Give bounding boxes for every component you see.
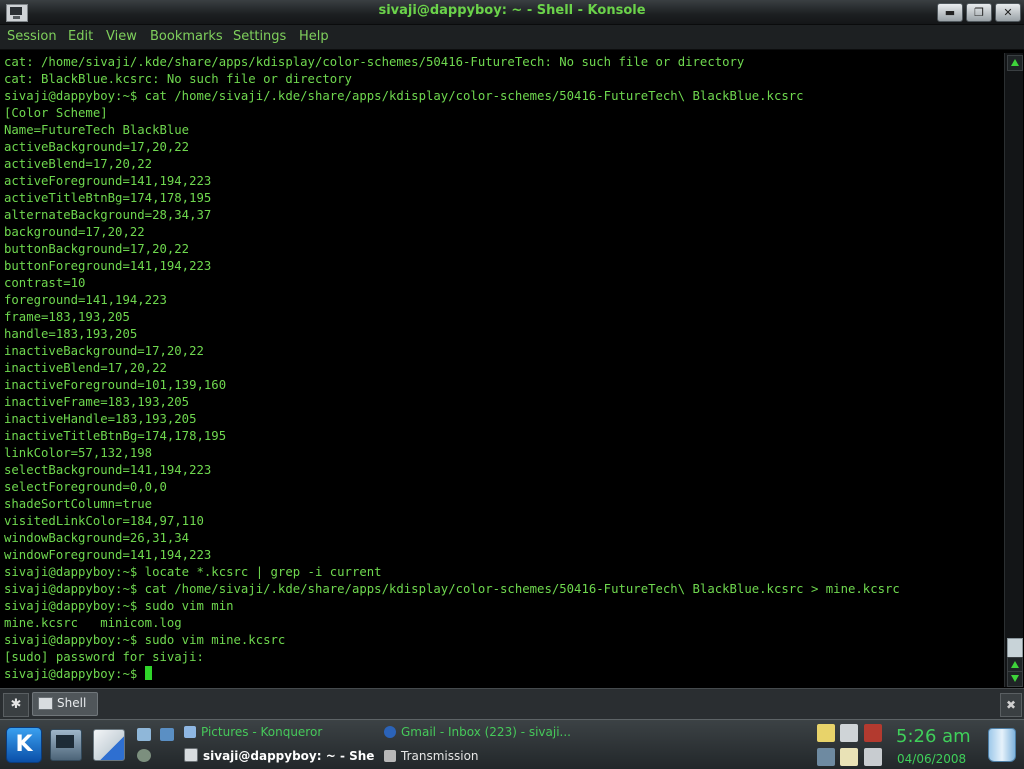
wifi-icon[interactable] [137, 749, 151, 762]
terminal-scrollbar[interactable] [1004, 53, 1023, 687]
notes-icon[interactable] [817, 724, 835, 742]
tab-shell[interactable]: Shell [32, 692, 98, 716]
scrollbar-thumb[interactable] [1007, 638, 1023, 658]
menu-view[interactable]: View [106, 29, 137, 44]
terminal-line: Name=FutureTech BlackBlue [4, 123, 190, 137]
terminal-line: buttonBackground=17,20,22 [4, 242, 190, 256]
volume-icon[interactable] [817, 748, 835, 766]
close-session-icon[interactable]: ✖ [1000, 693, 1022, 717]
menu-edit[interactable]: Edit [68, 29, 93, 44]
computer-icon[interactable] [50, 729, 82, 761]
terminal-line: alternateBackground=28,34,37 [4, 208, 212, 222]
task-label: Pictures - Konqueror [201, 725, 323, 739]
terminal-line: inactiveTitleBtnBg=174,178,195 [4, 429, 227, 443]
terminal-line: sivaji@dappyboy:~$ sudo vim mine.kcsrc [4, 633, 286, 647]
window-title: sivaji@dappyboy: ~ - Shell - Konsole [378, 3, 646, 18]
firefox-icon [384, 726, 396, 738]
terminal-line: windowForeground=141,194,223 [4, 548, 212, 562]
terminal-prompt-line[interactable]: sivaji@dappyboy:~$ [4, 666, 900, 683]
battery-icon[interactable] [864, 748, 882, 766]
keyboard-layout-icon[interactable] [840, 748, 858, 766]
window-title-bar[interactable]: sivaji@dappyboy: ~ - Shell - Konsole ▬ ❐… [0, 0, 1024, 25]
terminal-line: foreground=141,194,223 [4, 293, 167, 307]
editor-icon[interactable] [93, 729, 125, 761]
task-label: Transmission [401, 749, 479, 763]
new-session-icon[interactable]: ✱ [3, 693, 29, 717]
arrow-down-icon [1011, 675, 1019, 682]
terminal-line: contrast=10 [4, 276, 86, 290]
tools-icon[interactable] [160, 728, 174, 741]
task-label: sivaji@dappyboy: ~ - She [203, 749, 375, 763]
arrow-up-icon [1011, 661, 1019, 668]
terminal-line: activeBlend=17,20,22 [4, 157, 153, 171]
terminal-line: [sudo] password for sivaji: [4, 650, 204, 664]
menu-bar: Session Edit View Bookmarks Settings Hel… [0, 25, 1024, 50]
minimize-button[interactable]: ▬ [937, 3, 963, 22]
terminal-tab-bar: ✱ Shell ✖ [0, 688, 1024, 719]
maximize-button[interactable]: ❐ [966, 3, 992, 22]
close-button[interactable]: ✕ [995, 3, 1021, 22]
terminal-line: sivaji@dappyboy:~$ cat /home/sivaji/.kde… [4, 582, 900, 596]
transmission-tray-icon[interactable] [864, 724, 882, 742]
trash-icon[interactable] [988, 728, 1016, 762]
terminal-area[interactable]: cat: /home/sivaji/.kde/share/apps/kdispl… [0, 53, 1004, 687]
terminal-line: inactiveBlend=17,20,22 [4, 361, 167, 375]
scroll-down-button[interactable] [1007, 671, 1023, 687]
terminal-line: inactiveHandle=183,193,205 [4, 412, 197, 426]
shell-prompt: sivaji@dappyboy:~$ [4, 667, 145, 681]
kde-panel: K Pictures - Konqueror Gmail - Inbox (22… [0, 719, 1024, 769]
task-label: Gmail - Inbox (223) - sivaji... [401, 725, 571, 739]
terminal-line: mine.kcsrc minicom.log [4, 616, 182, 630]
task-konsole[interactable]: sivaji@dappyboy: ~ - She [184, 747, 376, 765]
task-transmission[interactable]: Transmission [384, 747, 574, 765]
text-cursor [144, 666, 152, 680]
clock-date[interactable]: 04/06/2008 [897, 752, 966, 766]
terminal-line: sivaji@dappyboy:~$ cat /home/sivaji/.kde… [4, 89, 804, 103]
tab-label: Shell [57, 696, 87, 710]
terminal-line: buttonForeground=141,194,223 [4, 259, 212, 273]
terminal-line: activeTitleBtnBg=174,178,195 [4, 191, 212, 205]
terminal-line: cat: /home/sivaji/.kde/share/apps/kdispl… [4, 55, 745, 69]
clipboard-icon[interactable] [840, 724, 858, 742]
terminal-icon [38, 697, 53, 710]
menu-settings[interactable]: Settings [233, 29, 286, 44]
terminal-line: handle=183,193,205 [4, 327, 138, 341]
terminal-line: linkColor=57,132,198 [4, 446, 153, 460]
terminal-line: selectForeground=0,0,0 [4, 480, 167, 494]
terminal-line: visitedLinkColor=184,97,110 [4, 514, 204, 528]
arrow-up-icon [1011, 59, 1019, 66]
terminal-line: frame=183,193,205 [4, 310, 130, 324]
terminal-line: sivaji@dappyboy:~$ sudo vim min [4, 599, 234, 613]
terminal-line: inactiveForeground=101,139,160 [4, 378, 227, 392]
menu-bookmarks[interactable]: Bookmarks [150, 29, 223, 44]
terminal-line: sivaji@dappyboy:~$ locate *.kcsrc | grep… [4, 565, 382, 579]
task-konqueror[interactable]: Pictures - Konqueror [184, 723, 374, 741]
terminal-line: inactiveBackground=17,20,22 [4, 344, 204, 358]
terminal-line: activeBackground=17,20,22 [4, 140, 190, 154]
terminal-icon [184, 748, 198, 762]
task-firefox[interactable]: Gmail - Inbox (223) - sivaji... [384, 723, 574, 741]
terminal-line: windowBackground=26,31,34 [4, 531, 190, 545]
terminal-output: cat: /home/sivaji/.kde/share/apps/kdispl… [4, 54, 900, 683]
scroll-up-button[interactable] [1007, 55, 1023, 71]
terminal-line: selectBackground=141,194,223 [4, 463, 212, 477]
menu-session[interactable]: Session [7, 29, 57, 44]
terminal-line: [Color Scheme] [4, 106, 108, 120]
clock-time[interactable]: 5:26 am [896, 726, 971, 747]
terminal-line: shadeSortColumn=true [4, 497, 153, 511]
kde-menu-button[interactable]: K [6, 727, 42, 763]
terminal-line: background=17,20,22 [4, 225, 145, 239]
transmission-icon [384, 750, 396, 762]
terminal-line: activeForeground=141,194,223 [4, 174, 212, 188]
network-icon[interactable] [137, 728, 151, 741]
menu-help[interactable]: Help [299, 29, 329, 44]
terminal-line: inactiveFrame=183,193,205 [4, 395, 190, 409]
folder-icon [184, 726, 196, 738]
terminal-line: cat: BlackBlue.kcsrc: No such file or di… [4, 72, 352, 86]
